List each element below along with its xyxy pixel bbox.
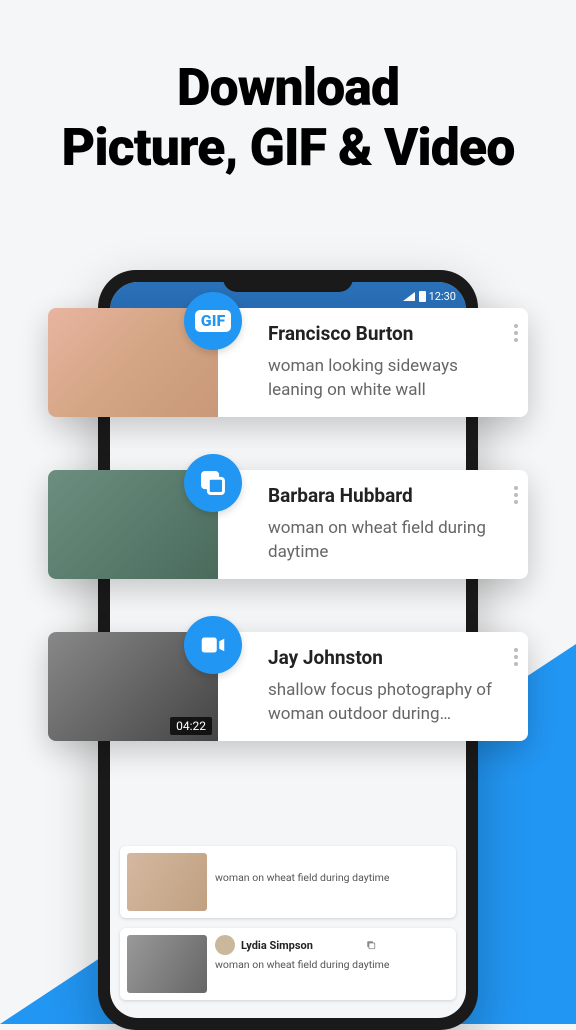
- media-author: Jay Johnston: [268, 646, 498, 669]
- media-card-gif[interactable]: GIF Francisco Burton woman looking sidew…: [48, 308, 528, 417]
- media-description: woman looking sideways leaning on white …: [268, 355, 498, 403]
- feed-description: woman on wheat field during daytime: [215, 958, 437, 972]
- more-icon[interactable]: [514, 486, 518, 504]
- heading-line2: Picture, GIF & Video: [20, 118, 556, 178]
- feed-card[interactable]: woman on wheat field during daytime: [120, 846, 456, 918]
- signal-icon: [403, 292, 415, 301]
- video-duration: 04:22: [170, 717, 212, 735]
- feed-author: Lydia Simpson: [241, 939, 313, 952]
- stack-badge: [184, 454, 242, 512]
- heading-line1: Download: [20, 58, 556, 118]
- feed-thumbnail: [127, 935, 207, 993]
- media-card-video[interactable]: 04:22 Jay Johnston shallow focus photogr…: [48, 632, 528, 741]
- more-icon[interactable]: [514, 648, 518, 666]
- video-badge: [184, 616, 242, 674]
- media-author: Barbara Hubbard: [268, 484, 498, 507]
- media-author: Francisco Burton: [268, 322, 498, 345]
- media-description: woman on wheat field during daytime: [268, 517, 498, 565]
- background-feed: woman on wheat field during daytime Lydi…: [110, 838, 466, 1018]
- gif-badge: GIF: [184, 292, 242, 350]
- media-card-picture[interactable]: Barbara Hubbard woman on wheat field dur…: [48, 470, 528, 579]
- status-time: 12:30: [429, 290, 456, 303]
- battery-icon: [419, 291, 426, 302]
- feed-card[interactable]: Lydia Simpson woman on wheat field durin…: [120, 928, 456, 1000]
- stack-icon: [364, 938, 378, 952]
- phone-notch: [223, 270, 353, 292]
- feed-thumbnail: [127, 853, 207, 911]
- more-icon[interactable]: [514, 324, 518, 342]
- media-description: shallow focus photography of woman outdo…: [268, 679, 498, 727]
- feed-description: woman on wheat field during daytime: [215, 871, 437, 885]
- promo-heading: Download Picture, GIF & Video: [0, 0, 576, 178]
- avatar: [215, 935, 235, 955]
